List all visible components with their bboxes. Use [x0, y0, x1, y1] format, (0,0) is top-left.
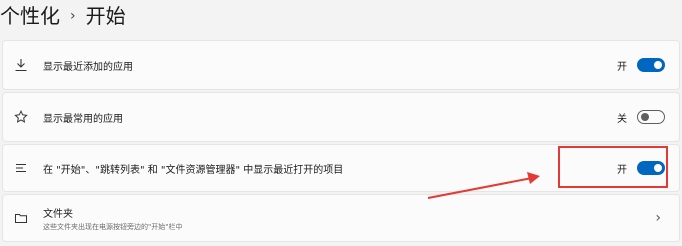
annotation-arrow: [427, 172, 540, 199]
